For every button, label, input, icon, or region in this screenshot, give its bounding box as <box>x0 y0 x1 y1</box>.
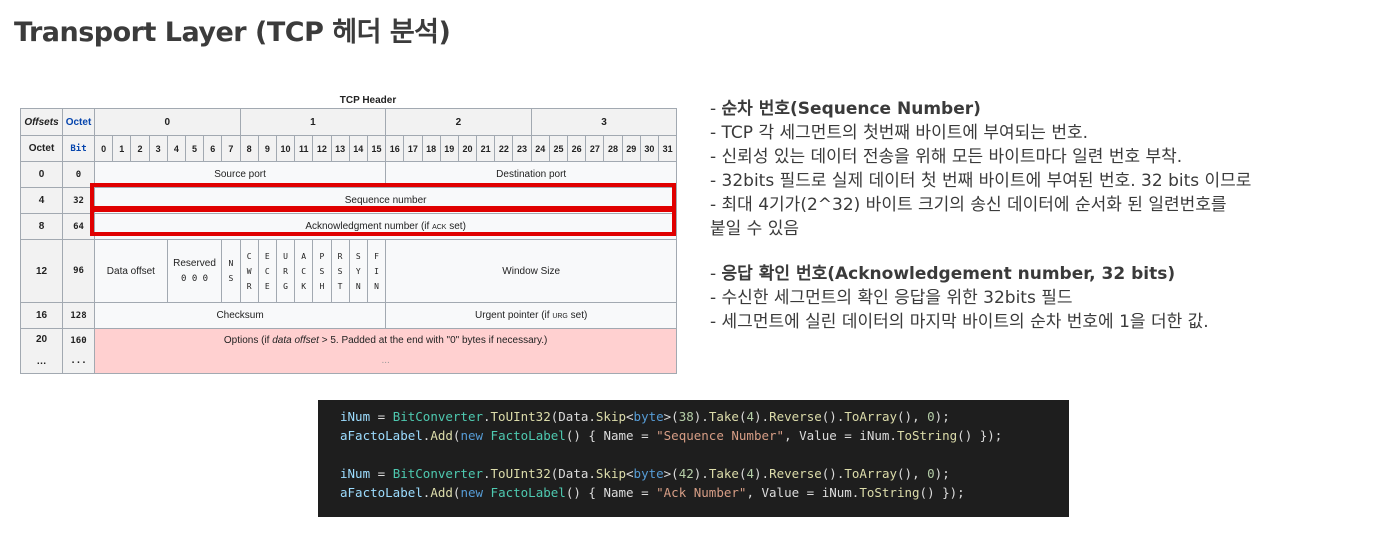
bit-number-cell: 26 <box>567 135 587 162</box>
bit-number-cell: 4 <box>166 135 186 162</box>
urgent-pointer-field: Urgent pointer (if URG set) <box>385 302 678 329</box>
reserved-bits: 0 0 0 <box>180 274 209 284</box>
bit-number-cell: 19 <box>439 135 459 162</box>
ack-number-highlight <box>90 208 676 236</box>
bit-number-cell: 20 <box>457 135 478 162</box>
bit-number-cell: 13 <box>330 135 350 162</box>
ack-heading: - 응답 확인 번호(Acknowledgement number, 32 bi… <box>710 264 1176 284</box>
bit-number-cell: 10 <box>275 135 296 162</box>
options-field: Options (if data offset > 5. Padded at t… <box>93 328 678 374</box>
code-line: aFactoLabel.Add(new FactoLabel() { Name … <box>340 485 965 500</box>
field-descriptions: - 순차 번호(Sequence Number) - TCP 각 세그먼트의 첫… <box>710 97 1382 334</box>
flag-bit-cell: ACK <box>294 239 314 303</box>
tcp-header-caption: TCP Header <box>339 95 397 106</box>
seq-line: - 신뢰성 있는 데이터 전송을 위해 모든 바이트마다 일련 번호 부착. <box>710 147 1183 167</box>
code-snippet: iNum = BitConverter.ToUInt32(Data.Skip<b… <box>318 400 1069 517</box>
bit-number-cell: 9 <box>257 135 277 162</box>
row-bit-offset: 128 <box>62 302 95 329</box>
row-octet-offset: 12 <box>20 239 63 303</box>
bit-number-cell: 7 <box>221 135 241 162</box>
row-bit-offset: 160... <box>62 328 95 374</box>
corner-offsets-cell: Offsets <box>20 108 63 136</box>
seq-line: 붙일 수 있음 <box>710 219 800 239</box>
bit-number-cell: 22 <box>494 135 514 162</box>
row-octet-offset: 4 <box>20 187 63 214</box>
bit-number-cell: 15 <box>366 135 387 162</box>
code-line: aFactoLabel.Add(new FactoLabel() { Name … <box>340 428 1003 443</box>
bit-number-cell: 29 <box>621 135 641 162</box>
row-octet-offset: 16 <box>20 302 63 329</box>
code-line: iNum = BitConverter.ToUInt32(Data.Skip<b… <box>340 466 950 481</box>
bit-number-cell: 12 <box>312 135 332 162</box>
flag-bit-cell: SYN <box>348 239 368 303</box>
seq-line: - 32bits 필드로 실제 데이터 첫 번째 바이트에 부여된 번호. 32… <box>710 171 1252 191</box>
bit-number-cell: 2 <box>130 135 150 162</box>
ack-line: - 세그먼트에 실린 데이터의 마지막 바이트의 순차 번호에 1을 더한 값. <box>710 312 1209 332</box>
table-row: 20… 160... Options (if data offset > 5. … <box>20 328 678 374</box>
tcp-header-diagram: TCP Header Offsets Octet 0 1 2 3 Octet B… <box>20 93 678 374</box>
checksum-field: Checksum <box>93 302 387 329</box>
sequence-number-highlight <box>90 183 676 210</box>
octet-header: 3 <box>530 108 678 136</box>
ack-line: - 수신한 세그먼트의 확인 응답을 위한 32bits 필드 <box>710 288 1073 308</box>
row-bit-offset: 96 <box>62 239 95 303</box>
flag-bit-cell: FIN <box>366 239 387 303</box>
bit-number-cell: 30 <box>639 135 660 162</box>
bit-number-cell: 8 <box>239 135 259 162</box>
row-octet-offset: 20… <box>20 328 63 374</box>
bit-number-cell: 21 <box>476 135 496 162</box>
bit-number-cell: 28 <box>603 135 623 162</box>
octet-header: 2 <box>385 108 532 136</box>
row-octet-offset: 8 <box>20 213 63 240</box>
corner-octet-cell: Octet <box>62 108 95 136</box>
flag-bit-cell: RST <box>330 239 350 303</box>
flag-bit-cell: URG <box>275 239 296 303</box>
bit-number-cell: 5 <box>184 135 205 162</box>
bit-number-cell: 11 <box>294 135 314 162</box>
reserved-field: Reserved 0 0 0 <box>166 239 223 303</box>
flag-bit-cell: CWR <box>239 239 259 303</box>
bit-number-cell: 23 <box>512 135 532 162</box>
seq-line: - TCP 각 세그먼트의 첫번째 바이트에 부여되는 번호. <box>710 123 1089 143</box>
bit-number-cell: 14 <box>348 135 368 162</box>
bit-number-cell: 27 <box>585 135 605 162</box>
bit-number-cell: 0 <box>93 135 114 162</box>
bit-number-cell: 18 <box>421 135 441 162</box>
tcp-header-table: Offsets Octet 0 1 2 3 Octet Bit 01234567… <box>20 108 678 374</box>
bit-number-cell: 6 <box>203 135 223 162</box>
bit-number-cell: 17 <box>403 135 423 162</box>
flag-bit-cell: ECE <box>257 239 277 303</box>
octet-header: 1 <box>239 108 387 136</box>
bit-number-cell: 3 <box>148 135 168 162</box>
data-offset-field: Data offset <box>94 239 168 303</box>
reserved-label: Reserved <box>173 258 216 269</box>
octet-header: 0 <box>94 108 241 136</box>
bit-number-cell: 16 <box>385 135 405 162</box>
table-row: 16 128 Checksum Urgent pointer (if URG s… <box>20 302 678 329</box>
page-title: Transport Layer (TCP 헤더 분석) <box>14 17 451 48</box>
bit-number-cell: 1 <box>112 135 132 162</box>
table-row: 12 96 Data offset Reserved 0 0 0 NS CWRE… <box>20 239 678 303</box>
window-size-field: Window Size <box>385 239 678 303</box>
flag-ns: NS <box>221 239 241 303</box>
table-header-row-octets: Offsets Octet 0 1 2 3 <box>20 108 678 136</box>
bit-number-cell: 25 <box>548 135 569 162</box>
bit-number-cell: 24 <box>530 135 550 162</box>
seq-heading: - 순차 번호(Sequence Number) <box>710 99 981 119</box>
flag-bit-cell: PSH <box>312 239 332 303</box>
table-header-row-bits: Octet Bit 0 1 2 3 4 5 6 7 8 9 10 11 12 13 14 15 16 17 18 19… <box>20 135 678 162</box>
corner-octet-label: Octet <box>20 135 63 162</box>
corner-bit-label: Bit <box>62 135 95 162</box>
code-line: iNum = BitConverter.ToUInt32(Data.Skip<b… <box>340 409 950 424</box>
bit-number-cell: 31 <box>657 135 678 162</box>
row-octet-offset: 0 <box>20 161 63 188</box>
seq-line: - 최대 4기가(2^32) 바이트 크기의 송신 데이터에 순서화 된 일련번… <box>710 195 1227 215</box>
